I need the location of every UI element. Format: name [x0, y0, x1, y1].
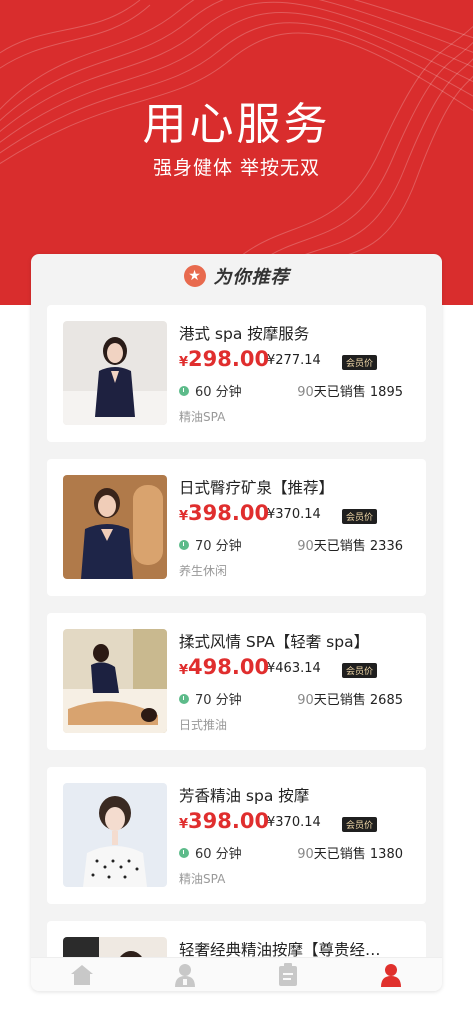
panel-header: ★ 为你推荐	[31, 254, 442, 298]
product-price: ¥498.00	[179, 655, 270, 679]
tab-technician[interactable]	[165, 961, 205, 989]
product-name: 芳香精油 spa 按摩	[179, 787, 310, 805]
clock-icon	[179, 847, 189, 858]
member-price: ¥370.14	[267, 507, 321, 522]
tab-home[interactable]	[62, 961, 102, 989]
duration: 70 分钟	[179, 535, 242, 554]
product-name: 揉式风情 SPA【轻奢 spa】	[179, 633, 370, 651]
product-name: 港式 spa 按摩服务	[179, 325, 310, 343]
product-category: 养生休闲	[179, 564, 228, 578]
clock-icon	[179, 385, 189, 396]
member-price-badge: 会员价	[342, 355, 378, 370]
profile-icon	[380, 964, 401, 987]
hero-subtitle: 强身健体 举按无双	[152, 157, 321, 179]
product-card[interactable]: 芳香精油 spa 按摩 ¥398.00 ¥370.14 会员价 60 分钟 90…	[47, 767, 426, 904]
home-icon	[71, 965, 94, 985]
product-price: ¥298.00	[179, 347, 270, 371]
star-icon: ★	[183, 265, 206, 287]
bottom-tab-bar	[31, 957, 442, 991]
technician-icon	[175, 964, 196, 987]
product-price: ¥398.00	[179, 809, 270, 833]
product-image	[63, 629, 167, 733]
product-price: ¥398.00	[179, 501, 270, 525]
tab-profile[interactable]	[371, 961, 411, 989]
sales-info: 90天已销售 2685	[297, 693, 403, 708]
duration: 60 分钟	[179, 381, 242, 400]
tab-orders[interactable]	[268, 961, 308, 989]
duration: 70 分钟	[179, 689, 242, 708]
member-price: ¥277.14	[267, 353, 321, 368]
product-card[interactable]: 揉式风情 SPA【轻奢 spa】 ¥498.00 ¥463.14 会员价 70 …	[47, 613, 426, 750]
clock-icon	[179, 539, 189, 550]
product-category: 精油SPA	[179, 410, 226, 424]
clock-icon	[179, 693, 189, 704]
product-image	[63, 321, 167, 425]
member-price-badge: 会员价	[342, 817, 378, 832]
sales-info: 90天已销售 1380	[297, 847, 403, 862]
orders-icon	[278, 963, 297, 986]
product-card[interactable]: 港式 spa 按摩服务 ¥298.00 ¥277.14 会员价 60 分钟 90…	[47, 305, 426, 442]
member-price: ¥370.14	[267, 815, 321, 830]
product-name: 日式臀疗矿泉【推荐】	[179, 479, 335, 497]
product-image	[63, 783, 167, 887]
sales-info: 90天已销售 2336	[297, 539, 403, 554]
product-card[interactable]: 日式臀疗矿泉【推荐】 ¥398.00 ¥370.14 会员价 70 分钟 90天…	[47, 459, 426, 596]
member-price: ¥463.14	[267, 661, 321, 676]
sales-info: 90天已销售 1895	[297, 385, 403, 400]
member-price-badge: 会员价	[342, 509, 378, 524]
recommend-panel: ★ 为你推荐 港式 spa 按摩服务 ¥298.00 ¥277.14 会员价 6…	[31, 254, 442, 991]
duration: 60 分钟	[179, 843, 242, 862]
member-price-badge: 会员价	[342, 663, 378, 678]
panel-title: 为你推荐	[213, 267, 290, 288]
product-image	[63, 475, 167, 579]
hero-title: 用心服务	[142, 99, 331, 150]
product-category: 精油SPA	[179, 872, 226, 886]
product-category: 日式推油	[179, 718, 228, 732]
